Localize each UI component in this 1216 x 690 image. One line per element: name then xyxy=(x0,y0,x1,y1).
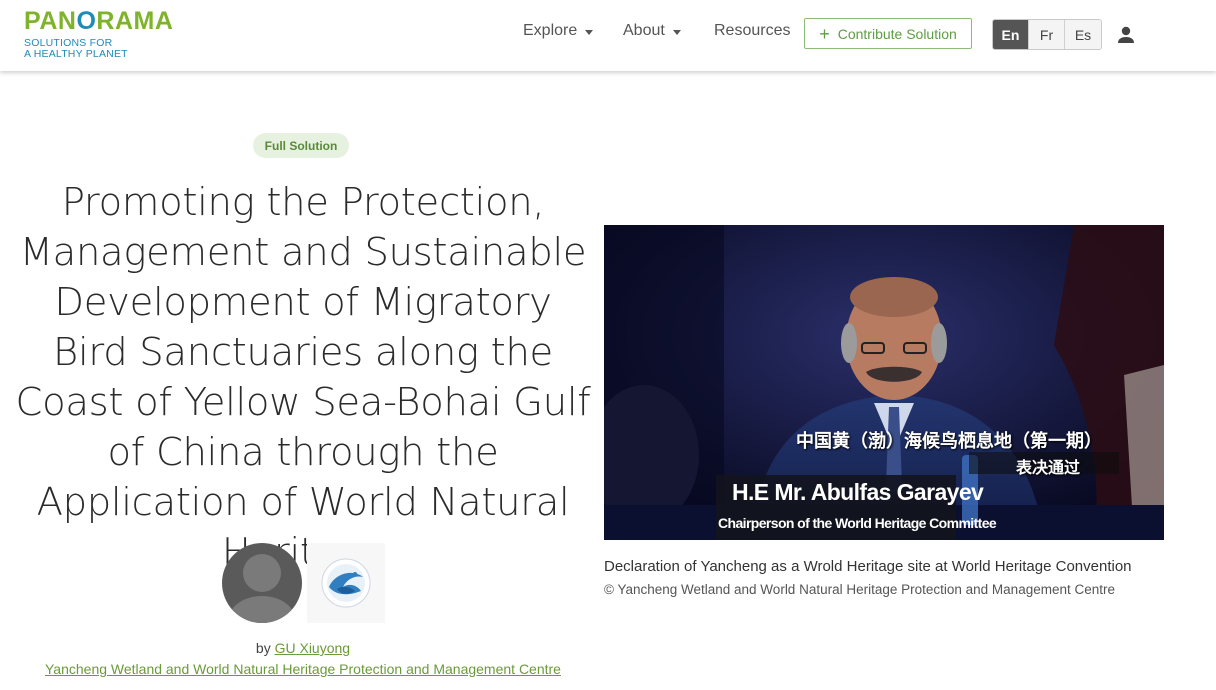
author-byline: by GU Xiuyong xyxy=(255,640,351,656)
organization-logo-image xyxy=(321,558,371,608)
chevron-down-icon xyxy=(672,29,681,35)
solution-image[interactable]: 中国黄（渤）海候鸟栖息地（第一期） 表决通过 H.E Mr. Abulfas G… xyxy=(604,225,1164,540)
logo-tagline: SOLUTIONS FOR A HEALTHY PLANET xyxy=(24,37,128,60)
page-title: Promoting the Protection, Management and… xyxy=(15,180,591,575)
avatar-placeholder-icon xyxy=(243,554,281,592)
image-caption: Declaration of Yancheng as a Wrold Herit… xyxy=(604,558,1132,575)
image-credit: © Yancheng Wetland and World Natural Her… xyxy=(604,582,1115,597)
lang-en-button[interactable]: En xyxy=(993,20,1029,49)
author-avatar[interactable] xyxy=(222,543,302,623)
overlay-chinese-line1: 中国黄（渤）海候鸟栖息地（第一期） xyxy=(796,431,1102,452)
organization-logo[interactable] xyxy=(307,543,385,623)
chevron-down-icon xyxy=(585,29,594,35)
nameplate-title: Chairperson of the World Heritage Commit… xyxy=(718,515,997,531)
nav-about[interactable]: About xyxy=(623,22,681,40)
nav-resources[interactable]: Resources xyxy=(714,22,790,40)
site-header: PAN O RAMA SOLUTIONS FOR A HEALTHY PLANET … xyxy=(0,0,1216,71)
contribute-solution-button[interactable]: + Contribute Solution xyxy=(804,18,972,49)
organization-line: Yancheng Wetland and World Natural Herit… xyxy=(14,661,592,677)
solution-type-badge: Full Solution xyxy=(253,133,349,158)
overlay-chinese-line2: 表决通过 xyxy=(1016,458,1081,477)
nameplate-name: H.E Mr. Abulfas Garayev xyxy=(732,479,984,505)
nav-explore[interactable]: Explore xyxy=(523,22,594,40)
panorama-logo[interactable]: PAN O RAMA SOLUTIONS FOR A HEALTHY PLANET xyxy=(24,8,204,60)
author-link[interactable]: GU Xiuyong xyxy=(275,640,350,656)
logo-wordmark: PAN O RAMA xyxy=(24,7,174,35)
person-icon[interactable] xyxy=(1116,25,1136,45)
plus-icon: + xyxy=(819,23,830,44)
language-switcher: En Fr Es xyxy=(992,19,1102,50)
lang-es-button[interactable]: Es xyxy=(1065,20,1101,49)
organization-link[interactable]: Yancheng Wetland and World Natural Herit… xyxy=(45,661,561,677)
lang-fr-button[interactable]: Fr xyxy=(1029,20,1065,49)
